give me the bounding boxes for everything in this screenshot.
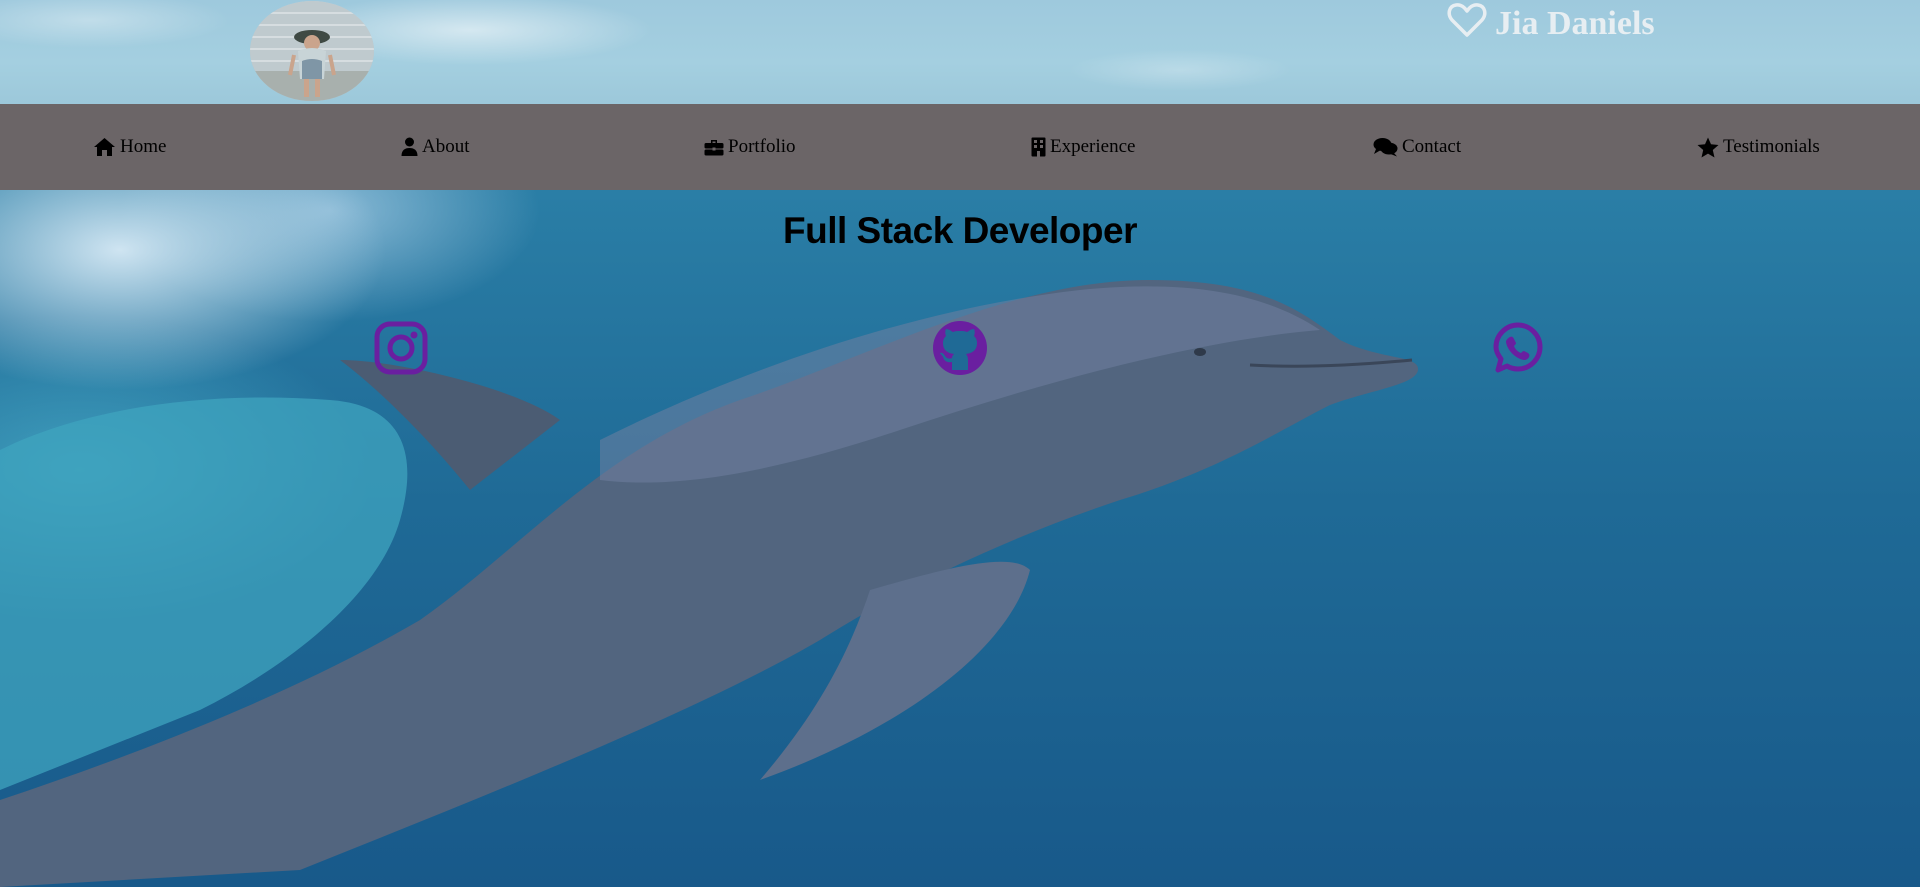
comments-icon xyxy=(1373,137,1398,157)
briefcase-icon xyxy=(704,138,724,156)
nav-item-portfolio[interactable]: Portfolio xyxy=(704,104,796,190)
whatsapp-icon xyxy=(1490,320,1546,376)
site-header: Jia Daniels xyxy=(0,0,1920,104)
github-icon xyxy=(932,320,988,376)
heart-outline-icon xyxy=(1447,2,1487,47)
main-nav: Home About Portfolio Experience Contact … xyxy=(0,104,1920,190)
hero-title: Full Stack Developer xyxy=(783,210,1137,251)
github-link[interactable] xyxy=(932,320,988,376)
nav-item-label: Testimonials xyxy=(1723,136,1820,157)
nav-item-label: Home xyxy=(120,136,167,157)
nav-item-label: Experience xyxy=(1050,136,1136,157)
instagram-link[interactable] xyxy=(373,320,429,376)
hero-section: Full Stack Developer xyxy=(0,190,1920,887)
whatsapp-link[interactable] xyxy=(1490,320,1546,376)
avatar xyxy=(250,1,374,101)
nav-item-home[interactable]: Home xyxy=(93,104,166,190)
user-icon xyxy=(401,137,418,157)
nav-item-label: About xyxy=(422,136,470,157)
nav-item-about[interactable]: About xyxy=(401,104,470,190)
house-icon xyxy=(93,137,116,157)
star-icon xyxy=(1697,137,1719,158)
dolphin-background-image xyxy=(0,280,1419,887)
instagram-icon xyxy=(373,320,429,376)
nav-item-experience[interactable]: Experience xyxy=(1031,104,1135,190)
brand-title[interactable]: Jia Daniels xyxy=(1447,2,1655,46)
nav-item-testimonials[interactable]: Testimonials xyxy=(1697,104,1820,190)
nav-item-contact[interactable]: Contact xyxy=(1373,104,1461,190)
brand-name: Jia Daniels xyxy=(1495,5,1655,42)
nav-item-label: Contact xyxy=(1402,136,1462,157)
building-icon xyxy=(1031,137,1046,157)
nav-item-label: Portfolio xyxy=(728,136,796,157)
